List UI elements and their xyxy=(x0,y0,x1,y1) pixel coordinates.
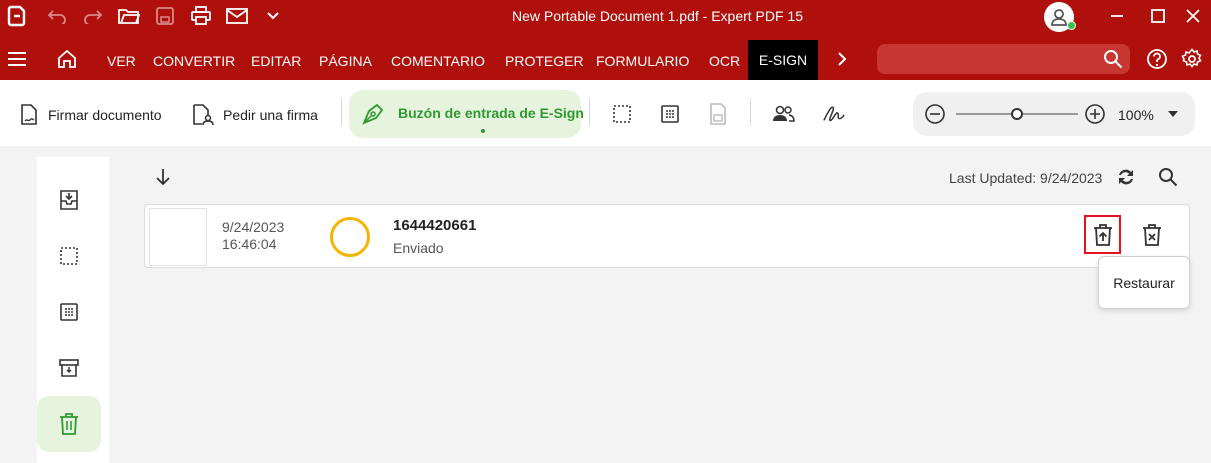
menu-editar[interactable]: EDITAR xyxy=(251,53,301,69)
sidebar-item-trash[interactable] xyxy=(37,396,101,452)
select-dotted-icon xyxy=(59,246,79,266)
menu-ver[interactable]: VER xyxy=(107,53,136,69)
row-document-id: 1644420661 xyxy=(393,217,477,234)
zoom-value[interactable]: 100% xyxy=(1118,107,1154,123)
sidebar-item-grid[interactable] xyxy=(37,284,101,340)
table-row[interactable]: 9/24/2023 16:46:04 1644420661 Enviado xyxy=(144,204,1190,268)
search-icon[interactable] xyxy=(1103,49,1123,69)
menu-comentario[interactable]: COMENTARIO xyxy=(391,53,485,69)
esign-side-panel xyxy=(37,157,109,463)
row-status: Enviado xyxy=(393,240,444,256)
row-date: 9/24/2023 xyxy=(222,219,285,235)
status-ring-icon xyxy=(330,217,370,257)
row-time: 16:46:04 xyxy=(222,236,277,252)
window-title: New Portable Document 1.pdf - Expert PDF… xyxy=(511,8,804,24)
sort-arrow-icon[interactable] xyxy=(153,167,173,187)
zoom-in-icon[interactable] xyxy=(1084,103,1106,125)
esign-toolbar: Firmar documento Pedir una firma Buzón d… xyxy=(0,80,1211,146)
menu-bar: VER CONVERTIR EDITAR PÁGINA COMENTARIO P… xyxy=(0,32,1211,80)
settings-gear-icon[interactable] xyxy=(1181,48,1203,70)
menu-pagina[interactable]: PÁGINA xyxy=(319,53,372,69)
signature-icon[interactable] xyxy=(822,102,846,126)
esign-inbox-button[interactable]: Buzón de entrada de E-Sign xyxy=(349,90,584,138)
search-icon[interactable] xyxy=(1158,167,1178,187)
grid-dotted-icon xyxy=(59,302,79,322)
sign-document-icon xyxy=(18,104,40,126)
restore-tooltip: Restaurar xyxy=(1098,256,1190,309)
sign-document-button[interactable]: Firmar documento xyxy=(18,104,162,126)
zoom-control: 100% xyxy=(913,92,1195,136)
grid-dotted-icon[interactable] xyxy=(658,102,682,126)
zoom-dropdown-icon[interactable] xyxy=(1167,110,1179,118)
request-signature-label: Pedir una firma xyxy=(223,107,318,123)
menu-formulario[interactable]: FORMULARIO xyxy=(596,53,689,69)
row-datetime: 9/24/2023 16:46:04 xyxy=(222,219,284,253)
menu-convertir[interactable]: CONVERTIR xyxy=(153,53,235,69)
request-signature-icon xyxy=(191,104,215,126)
sign-document-label: Firmar documento xyxy=(48,107,162,123)
archive-box-icon xyxy=(59,358,79,378)
pen-nib-icon xyxy=(361,102,387,126)
delete-permanently-button[interactable] xyxy=(1135,217,1168,252)
home-icon[interactable] xyxy=(56,48,78,70)
esign-inbox-label: Buzón de entrada de E-Sign xyxy=(398,105,584,121)
save-disabled-icon[interactable] xyxy=(706,102,730,126)
chevron-right-icon[interactable] xyxy=(831,48,853,70)
help-icon[interactable] xyxy=(1146,48,1168,70)
minimize-icon[interactable] xyxy=(1105,4,1129,28)
zoom-slider-thumb[interactable] xyxy=(1011,108,1023,120)
restore-button[interactable] xyxy=(1084,215,1121,254)
document-thumbnail xyxy=(149,208,207,266)
last-updated-text: Last Updated: 9/24/2023 xyxy=(949,170,1103,186)
sidebar-item-inbox[interactable] xyxy=(37,172,101,228)
contacts-icon[interactable] xyxy=(771,102,795,126)
toolbar-divider xyxy=(341,98,342,126)
online-status-dot xyxy=(1067,21,1076,30)
delete-trash-icon xyxy=(1142,223,1162,246)
search-input[interactable] xyxy=(877,44,1130,74)
close-icon[interactable] xyxy=(1181,4,1205,28)
sidebar-item-select[interactable] xyxy=(37,228,101,284)
title-bar: New Portable Document 1.pdf - Expert PDF… xyxy=(0,0,1211,32)
toolbar-divider xyxy=(589,98,590,126)
sidebar-item-archive[interactable] xyxy=(37,340,101,396)
maximize-icon[interactable] xyxy=(1146,4,1170,28)
menu-ocr[interactable]: OCR xyxy=(709,53,740,69)
request-signature-button[interactable]: Pedir una firma xyxy=(191,104,318,126)
hamburger-menu-icon[interactable] xyxy=(6,48,28,70)
zoom-out-icon[interactable] xyxy=(924,103,946,125)
select-dotted-icon[interactable] xyxy=(610,102,634,126)
trash-icon xyxy=(59,413,79,435)
inbox-download-icon xyxy=(59,190,79,210)
toolbar-divider xyxy=(750,98,751,126)
menu-proteger[interactable]: PROTEGER xyxy=(505,53,584,69)
active-indicator-dot xyxy=(481,129,485,133)
menu-esign[interactable]: E-SIGN xyxy=(748,40,818,80)
restore-trash-icon xyxy=(1093,223,1113,246)
refresh-icon[interactable] xyxy=(1115,166,1137,188)
